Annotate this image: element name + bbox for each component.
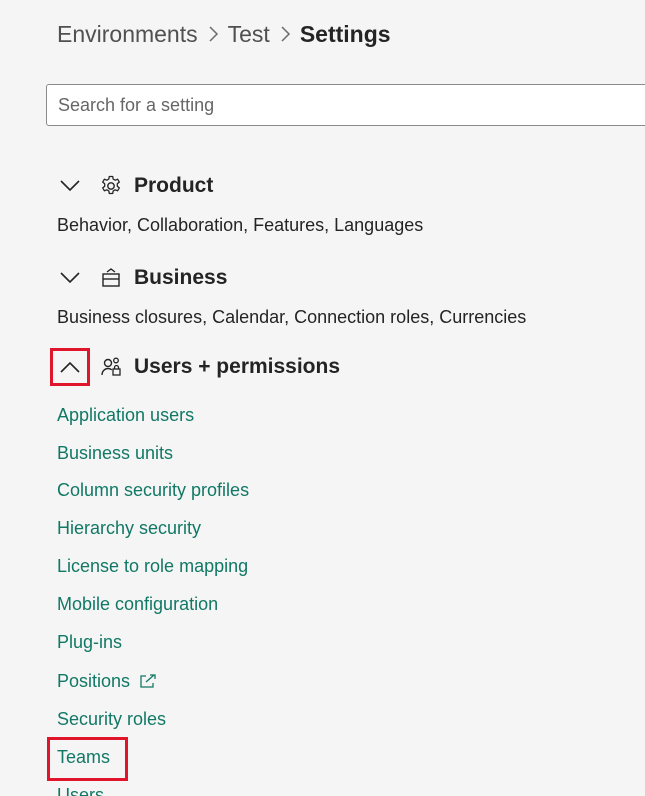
link-users[interactable]: Users <box>57 782 104 796</box>
section-description-product: Behavior, Collaboration, Features, Langu… <box>57 215 424 235</box>
expand-product-button[interactable] <box>50 167 90 205</box>
link-application-users[interactable]: Application users <box>57 402 194 428</box>
breadcrumb-test[interactable]: Test <box>228 21 270 48</box>
link-plug-ins[interactable]: Plug-ins <box>57 629 122 655</box>
breadcrumb-environments[interactable]: Environments <box>57 21 198 48</box>
chevron-right-icon <box>198 25 228 43</box>
open-in-new-icon <box>139 673 157 689</box>
link-business-units[interactable]: Business units <box>57 440 173 466</box>
chevron-down-icon <box>60 272 80 284</box>
link-license-to-role-mapping[interactable]: License to role mapping <box>57 553 248 579</box>
search-input[interactable] <box>47 85 645 125</box>
chevron-down-icon <box>60 180 80 192</box>
section-title-users-permissions: Users + permissions <box>134 355 341 378</box>
section-title-product: Product <box>134 174 214 197</box>
chevron-up-icon <box>60 361 80 373</box>
search-box <box>46 84 645 126</box>
section-header-product: Product <box>50 166 213 206</box>
page-title: Settings <box>299 20 391 47</box>
link-column-security-profiles[interactable]: Column security profiles <box>57 477 249 503</box>
link-positions[interactable]: Positions <box>57 668 157 694</box>
collapse-users-permissions-button[interactable] <box>50 348 90 386</box>
section-header-users-permissions: Users + permissions <box>50 347 340 387</box>
users-permissions-icon <box>98 354 124 380</box>
section-description-business: Business closures, Calendar, Connection … <box>57 307 527 327</box>
teams-highlight-box <box>47 737 128 781</box>
breadcrumb: Environments Test Settings <box>57 18 391 50</box>
chevron-right-icon <box>270 25 300 43</box>
link-security-roles[interactable]: Security roles <box>57 706 166 732</box>
business-icon <box>98 265 124 291</box>
link-hierarchy-security[interactable]: Hierarchy security <box>57 515 201 541</box>
gear-icon <box>98 173 124 199</box>
section-title-business: Business <box>134 266 228 289</box>
expand-business-button[interactable] <box>50 259 90 297</box>
link-positions-label: Positions <box>57 670 131 691</box>
section-header-business: Business <box>50 258 227 298</box>
link-mobile-configuration[interactable]: Mobile configuration <box>57 591 218 617</box>
